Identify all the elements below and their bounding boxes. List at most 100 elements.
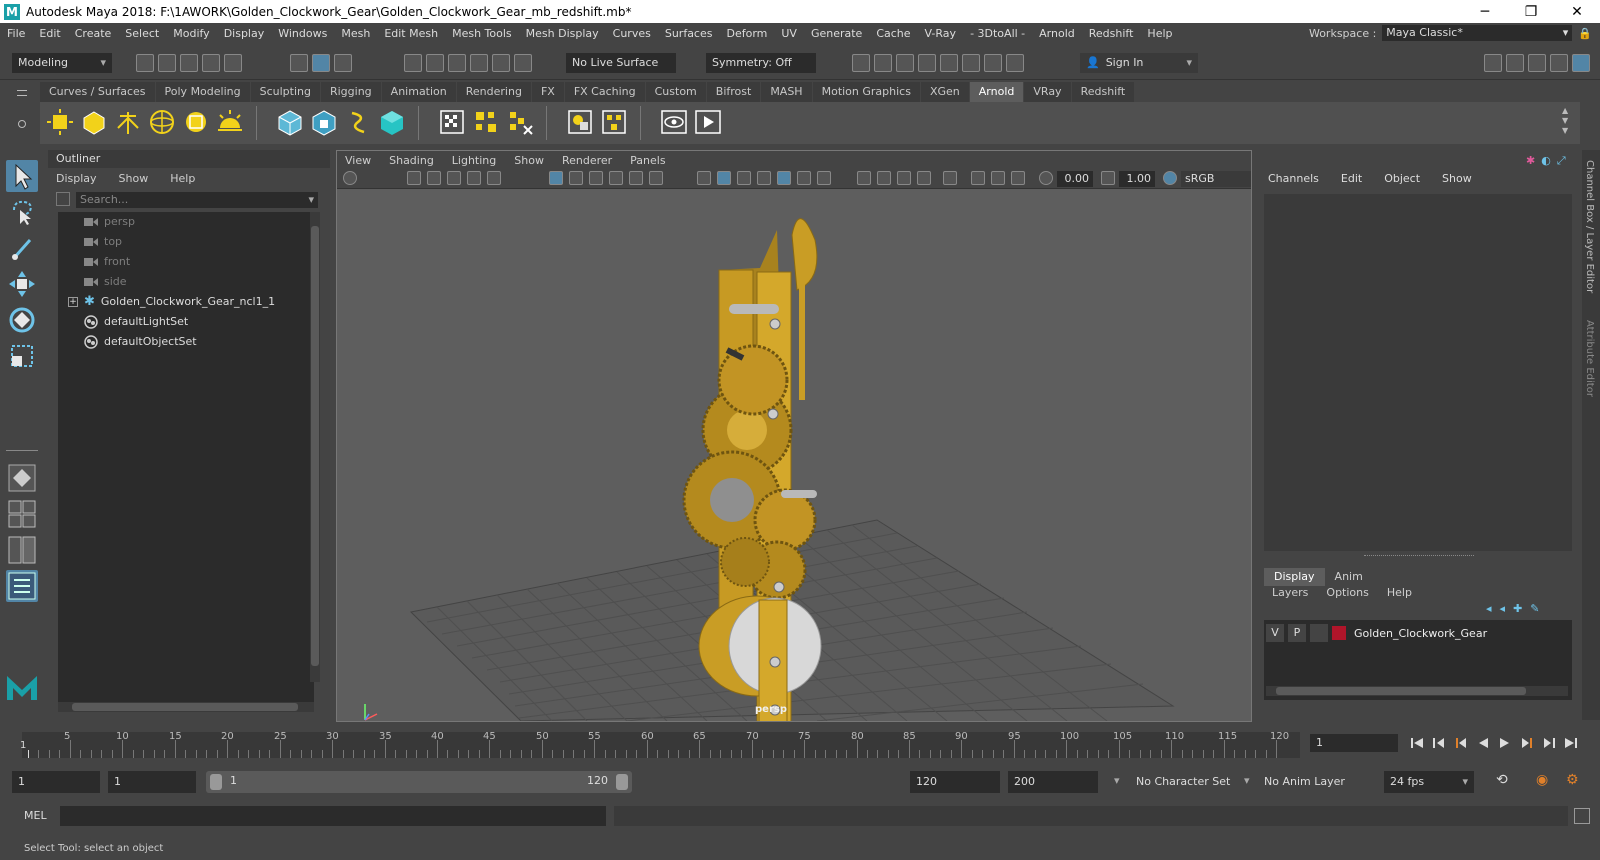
menu-redshift[interactable]: Redshift: [1082, 27, 1141, 40]
menu-windows[interactable]: Windows: [271, 27, 334, 40]
snap-grid-icon[interactable]: [404, 54, 422, 72]
rotate-tool-icon[interactable]: [6, 304, 38, 336]
attribute-editor-icon[interactable]: [1506, 54, 1524, 72]
channel-box-layer-editor-tab[interactable]: Channel Box / Layer Editor: [1584, 160, 1595, 293]
pause-icon[interactable]: [1006, 54, 1024, 72]
chevron-down-icon[interactable]: ▾: [1244, 774, 1250, 787]
two-d-pan-icon[interactable]: [467, 171, 481, 185]
tab-redshift[interactable]: Redshift: [1071, 82, 1135, 102]
menu-deform[interactable]: Deform: [719, 27, 774, 40]
viewport-menu-shading[interactable]: Shading: [389, 154, 434, 167]
outliner-search-input[interactable]: Search... ▾: [76, 192, 318, 208]
outliner-menu-show[interactable]: Show: [119, 172, 149, 185]
tab-bifrost[interactable]: Bifrost: [706, 82, 761, 102]
render-frame-icon[interactable]: [896, 54, 914, 72]
sign-in-button[interactable]: 👤 Sign In ▾: [1080, 53, 1198, 73]
viewport-canvas[interactable]: persp: [337, 190, 1251, 733]
help-menu[interactable]: Help: [1387, 586, 1412, 599]
channel-box-float-icon[interactable]: ⤢: [1557, 154, 1566, 168]
close-button[interactable]: ✕: [1554, 4, 1600, 20]
menu-mesh-tools[interactable]: Mesh Tools: [445, 27, 519, 40]
time-ruler[interactable]: 5 10 15 20 25 30 35 40 45 50 55 60 65 70 75 80 85 90 95 100…: [22, 731, 1300, 758]
antialiasing-icon[interactable]: [897, 171, 911, 185]
list-item[interactable]: persp: [84, 212, 135, 232]
playback-end-field[interactable]: 120: [910, 771, 1000, 793]
new-layer-selected-icon[interactable]: ✎: [1530, 602, 1539, 615]
tab-rendering[interactable]: Rendering: [456, 82, 531, 102]
tab-animation[interactable]: Animation: [381, 82, 456, 102]
new-scene-icon[interactable]: [136, 54, 154, 72]
anim-layer-select[interactable]: No Anim Layer: [1258, 771, 1370, 793]
field-chart-icon[interactable]: [629, 171, 643, 185]
tab-rigging[interactable]: Rigging: [320, 82, 381, 102]
light-editor-icon[interactable]: [984, 54, 1002, 72]
live-surface-field[interactable]: No Live Surface: [566, 53, 676, 73]
snap-pivot-icon[interactable]: [514, 54, 532, 72]
script-editor-icon[interactable]: [1574, 808, 1590, 824]
list-item[interactable]: side: [84, 272, 127, 292]
menu-cache[interactable]: Cache: [869, 27, 917, 40]
outliner-menu-display[interactable]: Display: [56, 172, 97, 185]
options-menu[interactable]: Options: [1326, 586, 1368, 599]
play-forwards-icon[interactable]: [1498, 736, 1512, 750]
grid-toggle-icon[interactable]: [549, 171, 563, 185]
shelf-menu-icon[interactable]: [14, 86, 32, 142]
shadows-icon[interactable]: [817, 171, 831, 185]
render-view-icon[interactable]: [438, 108, 466, 136]
current-frame-field[interactable]: 1: [1310, 734, 1398, 752]
workspace-select[interactable]: Maya Classic* ▾: [1382, 25, 1573, 41]
tool-settings-icon[interactable]: [1528, 54, 1546, 72]
menu-help[interactable]: Help: [1140, 27, 1179, 40]
layer-name[interactable]: Golden_Clockwork_Gear: [1354, 627, 1487, 640]
tab-mash[interactable]: MASH: [761, 82, 812, 102]
render-view-icon[interactable]: [874, 54, 892, 72]
shading-network-icon[interactable]: [600, 108, 628, 136]
tab-curves-surfaces[interactable]: Curves / Surfaces: [40, 82, 155, 102]
save-scene-icon[interactable]: [180, 54, 198, 72]
tab-display[interactable]: Display: [1264, 568, 1325, 586]
gamma-icon[interactable]: [1101, 171, 1115, 185]
persp-outliner-layout-icon[interactable]: [6, 534, 38, 566]
menu-modify[interactable]: Modify: [166, 27, 216, 40]
four-view-layout-icon[interactable]: [6, 498, 38, 530]
tx-manager-icon[interactable]: [472, 108, 500, 136]
tab-fx-caching[interactable]: FX Caching: [564, 82, 645, 102]
scene-view[interactable]: [337, 190, 1251, 733]
tab-sculpting[interactable]: Sculpting: [250, 82, 320, 102]
tab-poly-modeling[interactable]: Poly Modeling: [155, 82, 250, 102]
tab-xgen[interactable]: XGen: [920, 82, 969, 102]
character-set-select[interactable]: No Character Set: [1130, 771, 1242, 793]
menu-file[interactable]: File: [0, 27, 32, 40]
go-to-start-icon[interactable]: [1410, 736, 1424, 750]
export-standin-icon[interactable]: [310, 108, 338, 136]
step-back-icon[interactable]: [1432, 736, 1446, 750]
exposure-icon[interactable]: [1039, 171, 1053, 185]
xray-joints-icon[interactable]: [991, 171, 1005, 185]
animation-preferences-icon[interactable]: ⚙: [1566, 772, 1579, 788]
chevron-down-icon[interactable]: ▾: [1114, 774, 1120, 787]
use-all-lights-icon[interactable]: [797, 171, 811, 185]
range-end-handle[interactable]: [616, 774, 628, 790]
list-item[interactable]: + ✱ Golden_Clockwork_Gear_ncl1_1: [68, 292, 275, 312]
tab-custom[interactable]: Custom: [645, 82, 706, 102]
ambient-occlusion-icon[interactable]: [857, 171, 871, 185]
visibility-eye-icon[interactable]: [660, 108, 688, 136]
exposure-field[interactable]: 0.00: [1057, 171, 1093, 187]
color-management-icon[interactable]: [1163, 171, 1177, 185]
grease-pencil-icon[interactable]: [487, 171, 501, 185]
xray-components-icon[interactable]: [1011, 171, 1025, 185]
golden-clockwork-gear-model[interactable]: [682, 218, 822, 733]
layer-visibility-toggle[interactable]: V: [1266, 624, 1284, 642]
list-item[interactable]: defaultObjectSet: [84, 332, 197, 352]
animation-end-field[interactable]: 200: [1008, 771, 1098, 793]
open-scene-icon[interactable]: [158, 54, 176, 72]
mode-select[interactable]: Modeling ▾: [12, 53, 112, 73]
bookmark-icon[interactable]: [427, 171, 441, 185]
single-perspective-layout-icon[interactable]: [6, 462, 38, 494]
safe-action-icon[interactable]: [649, 171, 663, 185]
menu-mesh[interactable]: Mesh: [334, 27, 377, 40]
wireframe-icon[interactable]: [697, 171, 711, 185]
light-portal-icon[interactable]: [182, 108, 210, 136]
snap-curve-icon[interactable]: [426, 54, 444, 72]
render-setup-icon[interactable]: [962, 54, 980, 72]
